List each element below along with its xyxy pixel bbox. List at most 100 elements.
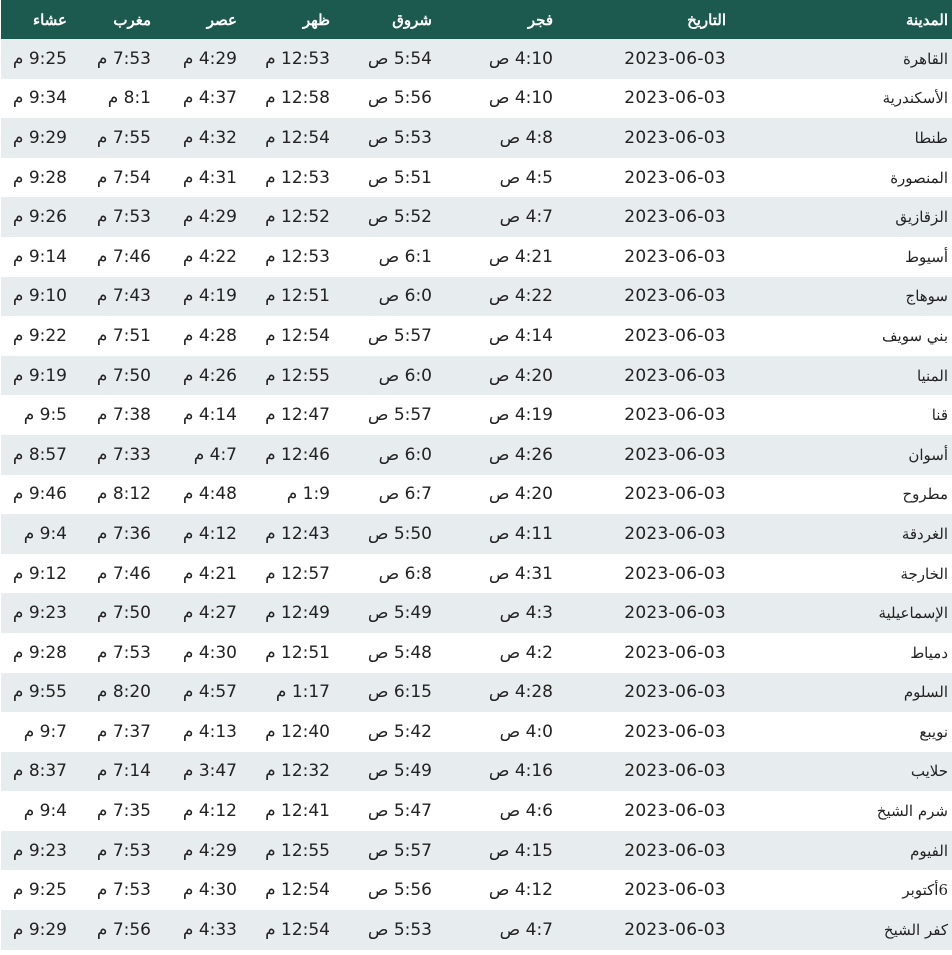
cell-maghrib-text: 8:20 م [96,682,151,703]
cell-dhuhr-text: 12:47 م [265,405,330,426]
cell-asr-text: 4:7 م [193,444,237,465]
cell-city: كفر الشيخ [730,910,952,950]
cell-fajr: 4:12 ص [432,870,557,910]
cell-maghrib-text: 7:53 م [96,48,151,69]
cell-fajr: 4:20 ص [432,356,557,396]
cell-sunrise: 5:56 ص [330,870,432,910]
cell-fajr: 4:7 ص [432,910,557,950]
table-row: نويبع 2023-06-03 4:0 ص 5:42 ص 12:40 م 4:13 م 7… [1,712,952,752]
table-row: السلوم 2023-06-03 4:28 ص 6:15 ص 1:17 م 4:57 م… [1,672,952,713]
cell-city: سوهاج [730,277,952,317]
cell-date: 2023-06-03 [557,356,730,396]
cell-isha: 9:7 م [1,712,67,752]
cell-fajr-text: 4:28 ص [488,682,553,703]
cell-isha-text: 9:55 م [12,682,67,703]
cell-dhuhr: 12:55 م [237,831,330,871]
cell-fajr: 4:21 ص [432,237,557,277]
cell-city: الإسماعيلية [730,593,952,633]
cell-asr: 3:47 م [151,752,237,792]
cell-date: 2023-06-03 [557,554,730,594]
cell-dhuhr-text: 12:43 م [265,523,330,544]
header-maghrib: مغرب [113,11,151,29]
cell-dhuhr: 12:46 م [237,435,330,475]
cell-isha-text: 9:12 م [12,563,67,584]
cell-sunrise-text: 5:47 ص [367,801,432,822]
cell-sunrise: 5:51 ص [330,158,432,198]
cell-maghrib: 7:50 م [67,356,151,396]
cell-asr: 4:48 م [151,475,237,515]
cell-asr-text: 4:48 م [182,484,237,505]
table-row: طنطا 2023-06-03 4:8 ص 5:53 ص 12:54 م 4:32 م 7:… [1,118,952,158]
cell-isha-text: 9:5 م [23,405,67,426]
cell-date-text: 2023-06-03 [624,88,726,109]
cell-asr: 4:12 م [151,514,237,554]
cell-isha-text: 9:29 م [12,919,67,940]
cell-sunrise: 6:0 ص [330,277,432,317]
cell-sunrise-text: 5:57 ص [367,405,432,426]
cell-maghrib-text: 7:33 م [96,444,151,465]
cell-maghrib-text: 7:56 م [96,919,151,940]
cell-asr-text: 4:33 م [182,919,237,940]
table-row: الخارجة 2023-06-03 4:31 ص 6:8 ص 12:57 م 4:21 … [1,553,952,594]
cell-date: 2023-06-03 [557,395,730,435]
cell-fajr-text: 4:8 ص [499,127,553,148]
cell-isha: 9:19 م [1,356,67,396]
cell-isha: 9:5 م [1,395,67,435]
cell-asr-text: 4:30 م [182,880,237,901]
cell-city-text: 6أكتوبر [902,881,948,900]
cell-asr-text: 4:14 م [182,405,237,426]
cell-maghrib: 8:20 م [67,673,151,713]
cell-isha: 9:22 م [1,316,67,356]
cell-city: 6أكتوبر [730,870,952,910]
cell-isha-text: 9:4 م [23,523,67,544]
cell-fajr: 4:15 ص [432,831,557,871]
cell-city: الخارجة [730,554,952,594]
cell-sunrise-text: 5:57 ص [367,840,432,861]
cell-city-text: الزقازيق [895,208,948,227]
cell-isha-text: 9:26 م [12,207,67,228]
cell-sunrise-text: 5:54 ص [367,48,432,69]
cell-fajr-text: 4:31 ص [488,563,553,584]
cell-sunrise-text: 5:52 ص [367,207,432,228]
cell-date-text: 2023-06-03 [624,761,726,782]
cell-fajr: 4:20 ص [432,475,557,515]
cell-dhuhr-text: 12:58 م [265,88,330,109]
cell-city: الزقازيق [730,197,952,237]
cell-sunrise-text: 5:49 ص [367,761,432,782]
cell-date-text: 2023-06-03 [624,167,726,188]
cell-maghrib: 7:33 م [67,435,151,475]
cell-date: 2023-06-03 [557,633,730,673]
cell-asr-text: 3:47 م [182,761,237,782]
cell-fajr: 4:2 ص [432,633,557,673]
cell-isha-text: 9:23 م [12,603,67,624]
cell-sunrise: 5:54 ص [330,39,432,79]
cell-date-text: 2023-06-03 [624,484,726,505]
cell-city: المنيا [730,356,952,396]
cell-dhuhr-text: 12:55 م [265,365,330,386]
header-asr: عصر [206,11,237,29]
cell-dhuhr: 12:32 م [237,752,330,792]
cell-isha-text: 9:19 م [12,365,67,386]
cell-isha: 9:4 م [1,791,67,831]
cell-maghrib: 8:12 م [67,475,151,515]
cell-sunrise-text: 6:8 ص [378,563,432,584]
cell-dhuhr: 12:54 م [237,870,330,910]
cell-sunrise: 5:53 ص [330,910,432,950]
cell-dhuhr: 12:54 م [237,118,330,158]
cell-fajr-text: 4:3 ص [499,603,553,624]
cell-isha: 9:14 م [1,237,67,277]
header-isha: عشاء [33,11,67,29]
table-row: حلايب 2023-06-03 4:16 ص 5:49 ص 12:32 م 3:47 م… [1,751,952,792]
cell-asr: 4:29 م [151,831,237,871]
cell-city-text: نويبع [919,722,948,741]
table-row: الغردقة 2023-06-03 4:11 ص 5:50 ص 12:43 م 4:12… [1,514,952,554]
cell-fajr-text: 4:15 ص [488,840,553,861]
cell-asr-text: 4:12 م [182,523,237,544]
cell-date-text: 2023-06-03 [624,880,726,901]
cell-isha-text: 8:37 م [12,761,67,782]
cell-city: بني سويف [730,316,952,356]
cell-sunrise: 5:57 ص [330,395,432,435]
cell-fajr: 4:0 ص [432,712,557,752]
cell-date-text: 2023-06-03 [624,365,726,386]
cell-dhuhr-text: 12:54 م [265,127,330,148]
